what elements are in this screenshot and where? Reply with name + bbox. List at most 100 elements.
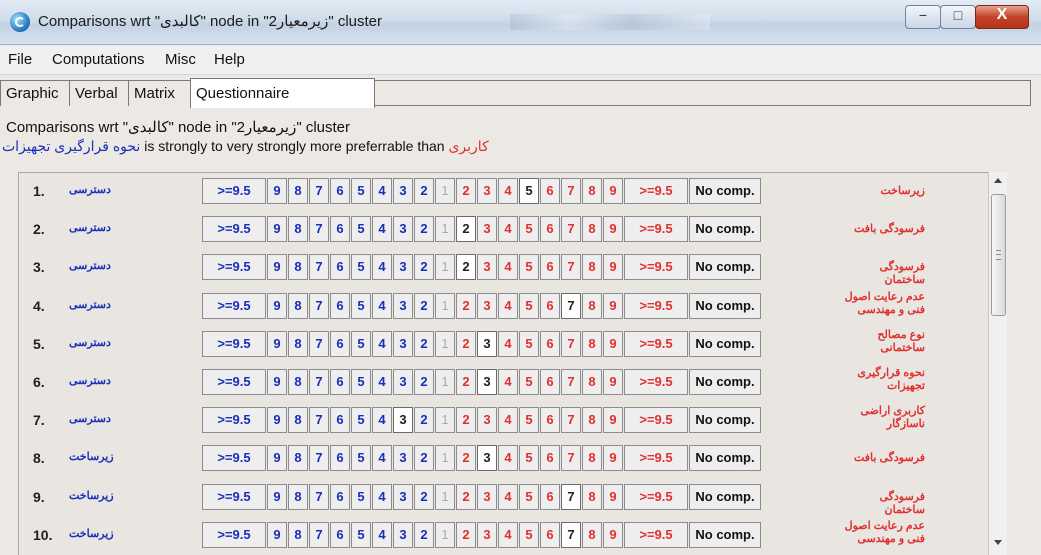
- scale-cell-right[interactable]: 5: [519, 216, 539, 243]
- title-bar[interactable]: Comparisons wrt "کالبدی" node in "زیرمعی…: [0, 0, 1041, 45]
- scale-cell-left[interactable]: >=9.5: [202, 521, 266, 548]
- menu-file[interactable]: File: [8, 51, 32, 68]
- vertical-scrollbar[interactable]: [988, 172, 1007, 555]
- scale-cell-right[interactable]: 6: [540, 521, 560, 548]
- scale-cell-left[interactable]: 7: [309, 254, 329, 281]
- tab-graphic[interactable]: Graphic: [0, 80, 70, 106]
- scale-cell-right[interactable]: 3: [477, 216, 497, 243]
- scale-cell-right[interactable]: 6: [540, 407, 560, 434]
- scale-cell-right[interactable]: 5: [519, 521, 539, 548]
- scale-cell-right[interactable]: 8: [582, 178, 602, 204]
- scale-cell-right[interactable]: 9: [603, 445, 623, 472]
- no-comparison-button[interactable]: No comp.: [689, 216, 761, 243]
- scale-cell-right[interactable]: >=9.5: [624, 292, 688, 319]
- scale-cell-right[interactable]: 9: [603, 254, 623, 281]
- scale-cell-right[interactable]: 8: [582, 369, 602, 395]
- scale-cell-right[interactable]: 9: [603, 369, 623, 395]
- scale-cell-left[interactable]: 9: [267, 407, 287, 434]
- scale-cell-left[interactable]: 5: [351, 369, 371, 395]
- scale-cell-right[interactable]: 8: [582, 330, 602, 357]
- scale-cell-left[interactable]: 2: [414, 330, 434, 357]
- scale-cell-right[interactable]: 9: [603, 292, 623, 319]
- scale-cell-right[interactable]: 7: [561, 254, 581, 281]
- scale-cell-equal[interactable]: 1: [435, 369, 455, 395]
- scale-cell-left[interactable]: 3: [393, 216, 413, 243]
- scale-cell-left[interactable]: >=9.5: [202, 445, 266, 472]
- scale-cell-left[interactable]: 6: [330, 445, 350, 472]
- scale-cell-right[interactable]: 5: [519, 254, 539, 281]
- scale-cell-equal[interactable]: 1: [435, 178, 455, 204]
- scale-cell-right[interactable]: 5: [519, 445, 539, 472]
- scale-cell-right[interactable]: 7: [561, 407, 581, 434]
- scale-cell-left[interactable]: >=9.5: [202, 369, 266, 395]
- scale-cell-right[interactable]: 7: [561, 330, 581, 357]
- scale-cell-right[interactable]: 8: [582, 521, 602, 548]
- scale-cell-left[interactable]: 3: [393, 292, 413, 319]
- scale-cell-right[interactable]: 6: [540, 216, 560, 243]
- scale-cell-right[interactable]: 6: [540, 445, 560, 472]
- scale-cell-left[interactable]: >=9.5: [202, 407, 266, 434]
- scale-cell-equal[interactable]: 1: [435, 254, 455, 281]
- maximize-button[interactable]: □: [940, 5, 976, 29]
- scale-cell-left[interactable]: 6: [330, 292, 350, 319]
- scale-cell-right[interactable]: 2: [456, 178, 476, 204]
- scale-cell-right[interactable]: >=9.5: [624, 521, 688, 548]
- scale-cell-left[interactable]: 3: [393, 483, 413, 510]
- scale-cell-left[interactable]: >=9.5: [202, 330, 266, 357]
- scale-cell-right[interactable]: 2: [456, 445, 476, 472]
- scale-cell-right[interactable]: 3: [477, 407, 497, 434]
- scale-cell-right[interactable]: 8: [582, 292, 602, 319]
- scale-cell-left[interactable]: 5: [351, 330, 371, 357]
- scale-cell-left[interactable]: 8: [288, 292, 308, 319]
- scale-cell-right[interactable]: 4: [498, 407, 518, 434]
- scale-cell-right[interactable]: 5: [519, 369, 539, 395]
- scale-cell-left[interactable]: >=9.5: [202, 254, 266, 281]
- scale-cell-left[interactable]: 5: [351, 445, 371, 472]
- scale-cell-left[interactable]: 2: [414, 292, 434, 319]
- scale-cell-right[interactable]: 2: [456, 407, 476, 434]
- scale-cell-right[interactable]: 3: [477, 369, 497, 395]
- scale-cell-right[interactable]: >=9.5: [624, 178, 688, 204]
- scale-cell-left[interactable]: 3: [393, 521, 413, 548]
- scale-cell-left[interactable]: 6: [330, 407, 350, 434]
- scale-cell-right[interactable]: >=9.5: [624, 369, 688, 395]
- scale-cell-left[interactable]: 7: [309, 445, 329, 472]
- scale-cell-left[interactable]: 9: [267, 369, 287, 395]
- scale-cell-right[interactable]: 8: [582, 407, 602, 434]
- scale-cell-right[interactable]: 2: [456, 254, 476, 281]
- scale-cell-right[interactable]: 8: [582, 483, 602, 510]
- scale-cell-left[interactable]: >=9.5: [202, 178, 266, 204]
- scale-cell-right[interactable]: >=9.5: [624, 445, 688, 472]
- scale-cell-equal[interactable]: 1: [435, 330, 455, 357]
- scale-cell-left[interactable]: 9: [267, 216, 287, 243]
- scale-cell-right[interactable]: >=9.5: [624, 407, 688, 434]
- scale-cell-left[interactable]: 6: [330, 178, 350, 204]
- scale-cell-right[interactable]: 2: [456, 369, 476, 395]
- scale-cell-left[interactable]: 4: [372, 445, 392, 472]
- scale-cell-right[interactable]: 6: [540, 369, 560, 395]
- scale-cell-right[interactable]: 2: [456, 521, 476, 548]
- scale-cell-right[interactable]: 5: [519, 330, 539, 357]
- no-comparison-button[interactable]: No comp.: [689, 483, 761, 510]
- scale-cell-right[interactable]: 5: [519, 483, 539, 510]
- scale-cell-right[interactable]: 6: [540, 178, 560, 204]
- no-comparison-button[interactable]: No comp.: [689, 254, 761, 281]
- scale-cell-left[interactable]: 3: [393, 445, 413, 472]
- scale-cell-right[interactable]: 3: [477, 445, 497, 472]
- scale-cell-right[interactable]: 9: [603, 216, 623, 243]
- scale-cell-right[interactable]: >=9.5: [624, 216, 688, 243]
- scale-cell-left[interactable]: 7: [309, 407, 329, 434]
- scale-cell-left[interactable]: 7: [309, 178, 329, 204]
- no-comparison-button[interactable]: No comp.: [689, 292, 761, 319]
- scale-cell-equal[interactable]: 1: [435, 445, 455, 472]
- scale-cell-left[interactable]: 7: [309, 369, 329, 395]
- scale-cell-right[interactable]: 7: [561, 292, 581, 319]
- scale-cell-right[interactable]: 6: [540, 483, 560, 510]
- scale-cell-left[interactable]: 8: [288, 178, 308, 204]
- scale-cell-left[interactable]: >=9.5: [202, 216, 266, 243]
- scale-cell-left[interactable]: 7: [309, 292, 329, 319]
- scale-cell-equal[interactable]: 1: [435, 521, 455, 548]
- no-comparison-button[interactable]: No comp.: [689, 445, 761, 472]
- scale-cell-right[interactable]: 8: [582, 445, 602, 472]
- tab-verbal[interactable]: Verbal: [69, 80, 129, 106]
